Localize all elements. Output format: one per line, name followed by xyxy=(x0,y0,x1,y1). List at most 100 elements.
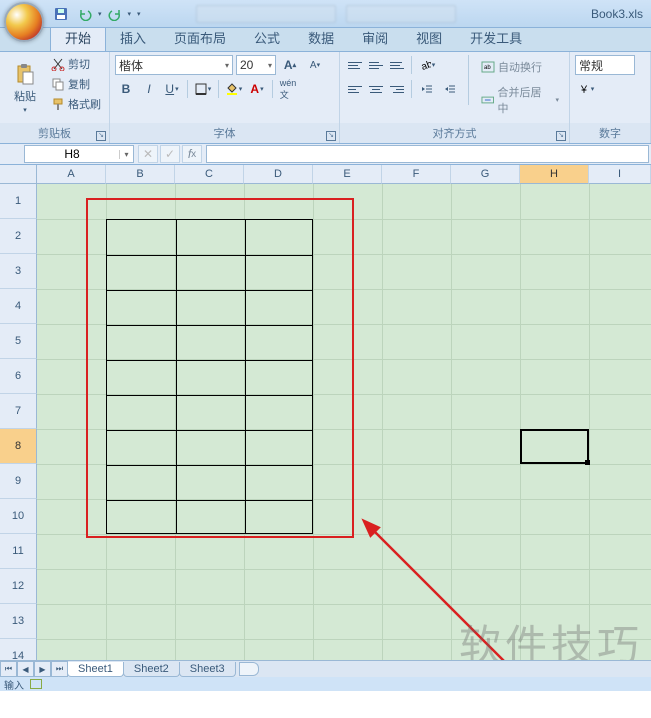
chevron-down-icon[interactable]: ▾ xyxy=(119,150,133,159)
cut-button[interactable]: 剪切 xyxy=(49,55,103,73)
font-launcher-icon[interactable]: ↘ xyxy=(326,131,336,141)
clipboard-launcher-icon[interactable]: ↘ xyxy=(96,131,106,141)
row-header[interactable]: 2 xyxy=(0,219,37,254)
ribbon: 粘贴 ▾ 剪切 复制 格式刷 剪贴板 ↘ 楷体▾ 20▾ A▴ A▾ B I U xyxy=(0,52,651,144)
grow-font-button[interactable]: A▴ xyxy=(279,55,301,75)
row-header[interactable]: 13 xyxy=(0,604,37,639)
phonetic-button[interactable]: wén文 xyxy=(277,79,299,99)
select-all-corner[interactable] xyxy=(0,165,37,184)
tab-view[interactable]: 视图 xyxy=(402,24,456,51)
cancel-icon[interactable]: ✕ xyxy=(138,145,158,163)
tab-layout[interactable]: 页面布局 xyxy=(160,24,240,51)
col-header[interactable]: F xyxy=(382,165,451,184)
align-left-button[interactable] xyxy=(345,81,365,97)
sheet-tab[interactable]: Sheet2 xyxy=(123,662,180,677)
row-header[interactable]: 5 xyxy=(0,324,37,359)
align-middle-button[interactable] xyxy=(366,57,386,73)
row-header[interactable]: 1 xyxy=(0,184,37,219)
title-blur xyxy=(196,5,456,23)
tab-insert[interactable]: 插入 xyxy=(106,24,160,51)
row-header[interactable]: 4 xyxy=(0,289,37,324)
redo-icon[interactable] xyxy=(104,3,126,25)
align-center-button[interactable] xyxy=(366,81,386,97)
col-header[interactable]: C xyxy=(175,165,244,184)
col-header[interactable]: D xyxy=(244,165,313,184)
merge-center-button[interactable]: 合并后居中▾ xyxy=(476,81,564,119)
sheet-nav-prev-icon[interactable]: ◀ xyxy=(17,661,34,677)
col-header[interactable]: B xyxy=(106,165,175,184)
row-header[interactable]: 7 xyxy=(0,394,37,429)
worksheet-grid[interactable]: A B C D E F G H I 1 2 3 4 5 6 7 8 9 10 1… xyxy=(0,165,651,691)
group-alignment: ab ab自动换行 合并后居中▾ 对齐方式 ↘ xyxy=(340,52,570,143)
sheet-tab[interactable]: Sheet3 xyxy=(179,662,236,677)
clipboard-label: 剪贴板 xyxy=(38,128,71,140)
bold-button[interactable]: B xyxy=(115,79,137,99)
sheet-tab[interactable]: Sheet1 xyxy=(67,662,124,677)
row-header[interactable]: 3 xyxy=(0,254,37,289)
row-header[interactable]: 6 xyxy=(0,359,37,394)
quick-access-toolbar: ▾ ▾ ▾ xyxy=(50,3,141,25)
italic-button[interactable]: I xyxy=(138,79,160,99)
indent-increase-button[interactable] xyxy=(439,79,461,99)
font-label: 字体 xyxy=(214,128,236,140)
paste-button[interactable]: 粘贴 ▾ xyxy=(5,55,45,120)
fx-icon[interactable]: fx xyxy=(182,145,202,163)
format-painter-button[interactable]: 格式刷 xyxy=(49,95,103,113)
status-bar: 输入 xyxy=(0,677,651,691)
indent-decrease-button[interactable] xyxy=(416,79,438,99)
alignment-launcher-icon[interactable]: ↘ xyxy=(556,131,566,141)
svg-text:ab: ab xyxy=(484,65,491,71)
tab-formulas[interactable]: 公式 xyxy=(240,24,294,51)
active-cell[interactable] xyxy=(520,429,589,464)
sheet-nav-next-icon[interactable]: ▶ xyxy=(34,661,51,677)
col-header-selected[interactable]: H xyxy=(520,165,589,184)
name-box[interactable]: H8 ▾ xyxy=(24,145,134,163)
save-icon[interactable] xyxy=(50,3,72,25)
font-size-combo[interactable]: 20▾ xyxy=(236,55,276,75)
tab-data[interactable]: 数据 xyxy=(294,24,348,51)
group-number: 常规 ￥ 数字 xyxy=(570,52,651,143)
row-header[interactable]: 12 xyxy=(0,569,37,604)
tab-review[interactable]: 审阅 xyxy=(348,24,402,51)
row-header[interactable]: 10 xyxy=(0,499,37,534)
font-color-button[interactable]: A xyxy=(246,79,268,99)
border-button[interactable] xyxy=(192,79,214,99)
row-header-selected[interactable]: 8 xyxy=(0,429,37,464)
alignment-label: 对齐方式 xyxy=(433,128,477,140)
macro-record-icon xyxy=(30,679,42,689)
formula-bar: H8 ▾ ✕ ✓ fx xyxy=(0,144,651,165)
new-sheet-button[interactable] xyxy=(239,662,259,676)
row-header[interactable]: 11 xyxy=(0,534,37,569)
col-header[interactable]: E xyxy=(313,165,382,184)
bordered-table xyxy=(106,219,313,534)
wrap-text-button[interactable]: ab自动换行 xyxy=(476,56,564,78)
svg-text:ab: ab xyxy=(420,59,431,71)
col-header[interactable]: G xyxy=(451,165,520,184)
align-right-button[interactable] xyxy=(387,81,407,97)
office-button[interactable] xyxy=(4,2,44,42)
col-header[interactable]: A xyxy=(37,165,106,184)
paste-label: 粘贴 xyxy=(14,88,36,104)
undo-icon[interactable] xyxy=(74,3,96,25)
underline-button[interactable]: U xyxy=(161,79,183,99)
sheet-nav-first-icon[interactable]: ⏮ xyxy=(0,661,17,677)
group-clipboard: 粘贴 ▾ 剪切 复制 格式刷 剪贴板 ↘ xyxy=(0,52,110,143)
font-name-combo[interactable]: 楷体▾ xyxy=(115,55,233,75)
fill-handle[interactable] xyxy=(585,460,590,465)
copy-button[interactable]: 复制 xyxy=(49,75,103,93)
group-font: 楷体▾ 20▾ A▴ A▾ B I U A wén文 字体 ↘ xyxy=(110,52,340,143)
row-header[interactable]: 9 xyxy=(0,464,37,499)
formula-input[interactable] xyxy=(206,145,649,163)
tab-developer[interactable]: 开发工具 xyxy=(456,24,536,51)
svg-text:￥: ￥ xyxy=(579,85,589,95)
fill-color-button[interactable] xyxy=(223,79,245,99)
shrink-font-button[interactable]: A▾ xyxy=(304,55,326,75)
sheet-nav-last-icon[interactable]: ⏭ xyxy=(51,661,68,677)
number-format-combo[interactable]: 常规 xyxy=(575,55,635,75)
col-header[interactable]: I xyxy=(589,165,651,184)
enter-icon[interactable]: ✓ xyxy=(160,145,180,163)
orientation-button[interactable]: ab xyxy=(416,55,438,75)
accounting-button[interactable]: ￥ xyxy=(575,79,597,99)
align-bottom-button[interactable] xyxy=(387,57,407,73)
align-top-button[interactable] xyxy=(345,57,365,73)
